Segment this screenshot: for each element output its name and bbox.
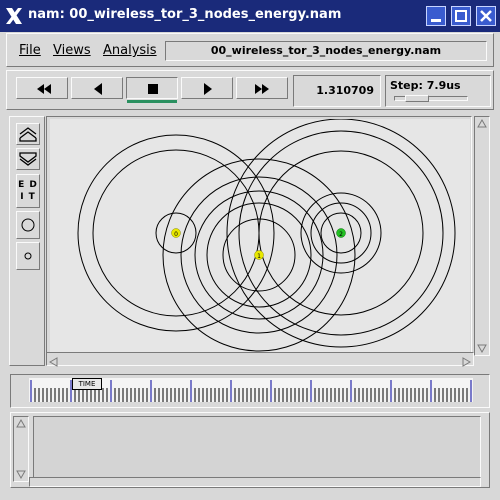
menu-analysis-label: Analysis bbox=[103, 43, 157, 58]
stop-active-indicator bbox=[127, 100, 177, 103]
time-slider-marker[interactable]: TIME bbox=[72, 378, 102, 390]
node-0-label: 0 bbox=[174, 231, 178, 238]
close-icon bbox=[480, 10, 492, 22]
maximize-icon bbox=[455, 10, 467, 22]
annotation-panel bbox=[10, 412, 490, 488]
menu-file-label: File bbox=[19, 43, 41, 58]
scroll-down-icon[interactable] bbox=[16, 470, 26, 480]
stop-button[interactable] bbox=[126, 77, 178, 99]
fast-forward-icon bbox=[255, 84, 269, 94]
back-button[interactable] bbox=[71, 77, 123, 99]
window-title: nam: 00_wireless_tor_3_nodes_energy.nam bbox=[28, 7, 342, 22]
filename-display: 00_wireless_tor_3_nodes_energy.nam bbox=[165, 41, 487, 61]
menu-analysis[interactable]: Analysis bbox=[103, 43, 157, 58]
node-2[interactable]: 2 bbox=[336, 228, 346, 239]
scroll-up-icon[interactable] bbox=[16, 418, 26, 428]
menu-file[interactable]: File bbox=[19, 43, 41, 58]
scroll-down-icon[interactable] bbox=[477, 344, 487, 354]
annotation-scroll-arrows bbox=[16, 418, 26, 480]
play-icon bbox=[204, 83, 212, 95]
tool-column: E D I T bbox=[9, 116, 45, 366]
edit-label-top: E D bbox=[18, 180, 38, 190]
edit-label-bottom: I T bbox=[20, 192, 36, 202]
annotation-vertical-scrollbar[interactable] bbox=[13, 416, 29, 482]
minimize-icon bbox=[431, 19, 441, 22]
step-slider-thumb[interactable] bbox=[405, 95, 429, 102]
zoom-out-icon bbox=[19, 152, 37, 166]
small-circle-icon bbox=[24, 252, 32, 260]
close-button[interactable] bbox=[476, 6, 496, 26]
node-2-label: 2 bbox=[339, 231, 343, 238]
maximize-button[interactable] bbox=[451, 6, 471, 26]
zoom-in-button[interactable] bbox=[16, 123, 40, 145]
rewind-icon bbox=[37, 84, 51, 94]
play-button[interactable] bbox=[181, 77, 233, 99]
scroll-left-icon[interactable] bbox=[48, 357, 58, 367]
menu-bar: File Views Analysis 00_wireless_tor_3_no… bbox=[6, 33, 494, 67]
large-circle-tool-button[interactable] bbox=[16, 211, 40, 239]
menu-views[interactable]: Views bbox=[53, 43, 91, 58]
title-bar[interactable]: nam: 00_wireless_tor_3_nodes_energy.nam bbox=[0, 0, 500, 32]
step-label: Step: 7.9us bbox=[390, 79, 461, 92]
scroll-right-icon[interactable] bbox=[462, 357, 472, 367]
minimize-button[interactable] bbox=[426, 6, 446, 26]
annotation-horizontal-scrollbar[interactable] bbox=[29, 477, 481, 487]
large-circle-icon bbox=[21, 218, 35, 232]
rewind-button[interactable] bbox=[16, 77, 68, 99]
node-1[interactable]: 1 bbox=[254, 250, 264, 261]
fast-forward-button[interactable] bbox=[236, 77, 288, 99]
simulation-canvas[interactable]: 0 1 2 bbox=[50, 119, 470, 352]
stop-icon bbox=[148, 84, 158, 94]
hscroll-arrows bbox=[48, 357, 472, 367]
scroll-up-icon[interactable] bbox=[477, 118, 487, 128]
zoom-out-button[interactable] bbox=[16, 148, 40, 170]
menu-views-label: Views bbox=[53, 43, 91, 58]
back-icon bbox=[94, 83, 102, 95]
step-slider[interactable] bbox=[394, 95, 468, 102]
node-1-label: 1 bbox=[257, 253, 261, 260]
network-topology-drawing: 0 1 2 bbox=[77, 119, 456, 352]
step-control: Step: 7.9us bbox=[385, 75, 491, 107]
edit-button[interactable]: E D I T bbox=[16, 174, 40, 208]
x-logo-icon bbox=[6, 8, 22, 24]
time-display: 1.310709 bbox=[293, 75, 381, 107]
small-circle-tool-button[interactable] bbox=[16, 242, 40, 270]
node-0[interactable]: 0 bbox=[171, 228, 181, 239]
zoom-in-icon bbox=[19, 127, 37, 142]
annotation-list[interactable] bbox=[33, 416, 481, 480]
scroll-arrows bbox=[477, 118, 487, 354]
range-circles bbox=[77, 119, 456, 352]
canvas-horizontal-scrollbar[interactable] bbox=[46, 352, 474, 367]
canvas-vertical-scrollbar[interactable] bbox=[474, 116, 490, 356]
playback-controls: 1.310709 Step: 7.9us bbox=[6, 70, 494, 110]
